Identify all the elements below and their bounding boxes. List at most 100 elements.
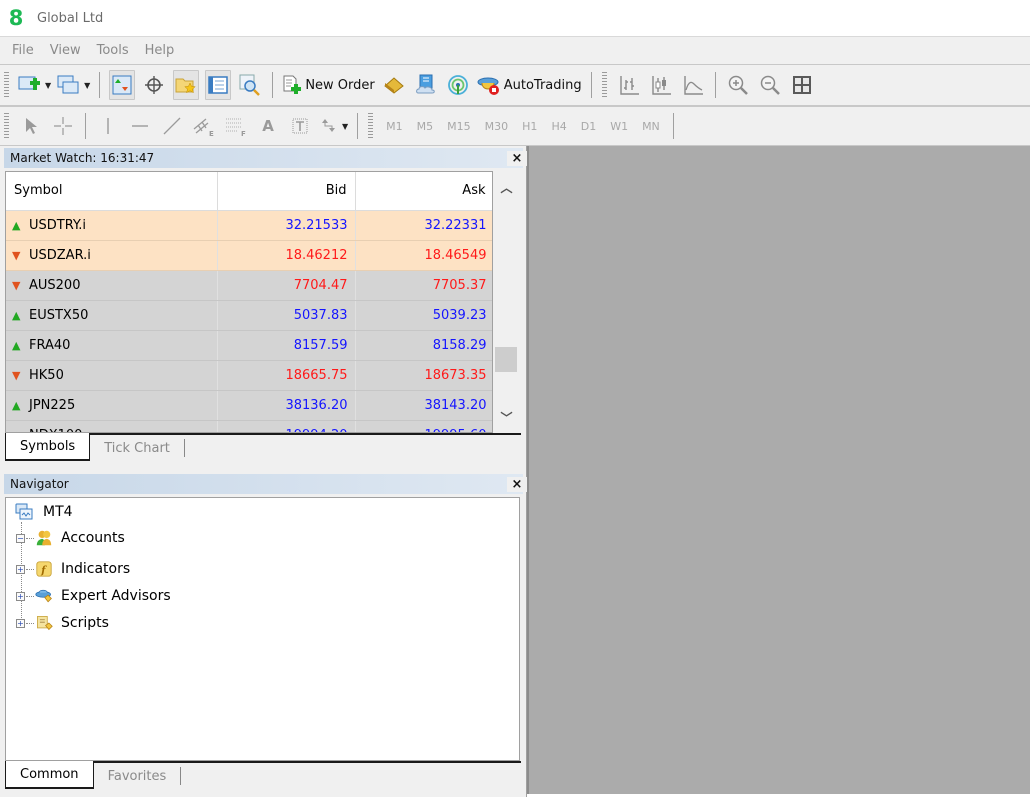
timeframe-w1[interactable]: W1 (603, 120, 635, 133)
crosshair-tool-button[interactable] (50, 111, 76, 141)
bar-chart-icon (619, 76, 639, 95)
timeframe-h1[interactable]: H1 (515, 120, 544, 133)
zoom-in-button[interactable] (725, 70, 751, 100)
table-row[interactable]: ▼ USDZAR.i 18.46212 18.46549 (6, 240, 492, 271)
expand-icon[interactable]: + (16, 591, 25, 601)
scroll-down-icon[interactable]: ﹀ (493, 407, 520, 427)
column-header-bid[interactable]: Bid (217, 172, 356, 211)
column-header-ask[interactable]: Ask (355, 172, 492, 211)
symbol-name: USDTRY.i (29, 217, 86, 233)
toolbar-grip[interactable] (368, 113, 374, 139)
symbol-name: JPN225 (29, 397, 76, 413)
trendline-button[interactable] (159, 111, 185, 141)
tab-separator (180, 767, 182, 785)
window-title: Global Ltd (37, 10, 104, 26)
market-watch-toggle-button[interactable] (109, 70, 136, 100)
timeframe-d1[interactable]: D1 (574, 120, 603, 133)
zoom-out-icon (760, 75, 780, 95)
market-watch-panel: Market Watch: 16:31:47 × Symbol Bid Ask … (0, 146, 527, 464)
tree-item-indicators[interactable]: + f Indicators (16, 558, 130, 580)
table-row[interactable]: ▼ HK50 18665.75 18673.35 (6, 360, 492, 391)
equidistant-channel-button[interactable]: E (191, 111, 217, 141)
timeframe-m1[interactable]: M1 (379, 120, 410, 133)
table-row[interactable]: ▲NDX10019994.2019995.60 (6, 420, 492, 432)
tab-symbols[interactable]: Symbols (5, 433, 91, 461)
line-chart-button[interactable] (680, 70, 706, 100)
cursor-tool-button[interactable] (18, 111, 44, 141)
expand-icon[interactable]: + (16, 564, 25, 574)
toolbar-separator (357, 113, 359, 139)
fibonacci-button[interactable]: F (223, 111, 249, 141)
market-watch-tabs: Symbols Tick Chart (5, 433, 521, 461)
market-watch-table: Symbol Bid Ask ▲ USDTRY.i 32.21533 32.22331… (6, 172, 492, 432)
menu-tools[interactable]: Tools (89, 43, 137, 58)
standard-toolbar: ▼ ▼ New Order AutoTrading (0, 64, 1030, 106)
crosshair-button[interactable] (141, 70, 167, 100)
crosshair-icon (145, 76, 164, 94)
table-row[interactable]: ▲ USDTRY.i 32.21533 32.22331 (6, 210, 492, 241)
timeframe-m15[interactable]: M15 (440, 120, 478, 133)
ask-cell: 5039.23 (355, 300, 492, 331)
symbol-name: EUSTX50 (29, 307, 89, 323)
arrows-button[interactable]: ▼ (319, 111, 348, 141)
toolbar-grip[interactable] (601, 72, 607, 98)
table-row[interactable]: ▲ EUSTX50 5037.83 5039.23 (6, 300, 492, 331)
tab-common[interactable]: Common (5, 761, 94, 789)
text-label-icon (292, 118, 308, 134)
new-order-button[interactable]: New Order (282, 70, 375, 100)
expand-icon[interactable]: + (16, 618, 25, 628)
metaeditor-button[interactable] (381, 70, 407, 100)
tree-item-scripts[interactable]: + Scripts (16, 612, 109, 634)
close-icon[interactable]: × (507, 150, 527, 166)
mql5-cloud-button[interactable] (413, 70, 439, 100)
table-row[interactable]: ▲ JPN225 38136.20 38143.20 (6, 390, 492, 421)
tile-windows-button[interactable] (789, 70, 815, 100)
tab-tick-chart[interactable]: Tick Chart (90, 435, 184, 461)
title-bar: 8 Global Ltd (0, 0, 1030, 36)
profiles-button[interactable]: ▼ (57, 70, 90, 100)
text-label-button[interactable] (287, 111, 313, 141)
toolbar-separator (714, 72, 716, 98)
toolbar-grip[interactable] (4, 113, 9, 139)
timeframe-m30[interactable]: M30 (478, 120, 516, 133)
toolbar-grip[interactable] (4, 72, 9, 98)
menu-view[interactable]: View (42, 43, 89, 58)
tab-favorites[interactable]: Favorites (94, 763, 181, 789)
chart-workspace[interactable] (527, 146, 1030, 794)
tree-item-expert-advisors[interactable]: + Expert Advisors (16, 585, 171, 607)
market-watch-scrollbar[interactable]: ︿ ﹀ (493, 171, 520, 433)
collapse-icon[interactable]: − (16, 533, 25, 543)
timeframe-h4[interactable]: H4 (544, 120, 573, 133)
menu-file[interactable]: File (4, 43, 42, 58)
symbol-name: HK50 (29, 367, 64, 383)
tree-item-label: Scripts (61, 615, 109, 631)
close-icon[interactable]: × (507, 476, 527, 492)
table-row[interactable]: ▲ FRA40 8157.59 8158.29 (6, 330, 492, 361)
signals-button[interactable] (445, 70, 471, 100)
bid-cell: 7704.47 (217, 270, 356, 301)
text-tool-icon: A (262, 117, 274, 135)
new-chart-button[interactable]: ▼ (18, 70, 51, 100)
price-up-arrow-icon: ▲ (12, 338, 21, 352)
timeframe-mn[interactable]: MN (635, 120, 667, 133)
scroll-up-icon[interactable]: ︿ (493, 177, 520, 197)
navigator-toggle-button[interactable] (173, 70, 200, 100)
table-row[interactable]: ▼ AUS200 7704.47 7705.37 (6, 270, 492, 301)
menu-help[interactable]: Help (137, 43, 183, 58)
scrollbar-thumb[interactable] (495, 347, 517, 372)
ask-cell: 7705.37 (355, 270, 492, 301)
zoom-out-button[interactable] (757, 70, 783, 100)
symbol-name: FRA40 (29, 337, 71, 353)
timeframe-m5[interactable]: M5 (410, 120, 441, 133)
tree-root-mt4[interactable]: MT4 (15, 501, 73, 523)
bar-chart-button[interactable] (616, 70, 642, 100)
tree-item-accounts[interactable]: − Accounts (16, 527, 125, 549)
autotrading-button[interactable]: AutoTrading (477, 70, 582, 100)
terminal-toggle-button[interactable] (205, 70, 232, 100)
strategy-tester-button[interactable] (237, 70, 263, 100)
candlestick-chart-button[interactable] (648, 70, 674, 100)
horizontal-line-button[interactable] (127, 111, 153, 141)
column-header-symbol[interactable]: Symbol (6, 172, 218, 211)
vertical-line-button[interactable] (95, 111, 121, 141)
text-button[interactable]: A (255, 111, 281, 141)
